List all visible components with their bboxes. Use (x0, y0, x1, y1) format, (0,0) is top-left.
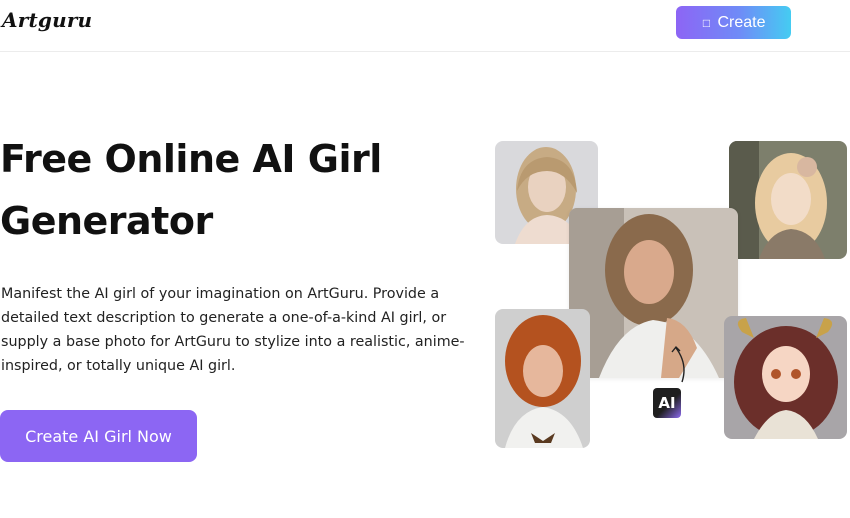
artguru-logo[interactable]: Artguru (2, 8, 92, 32)
create-ai-girl-now-button[interactable]: Create AI Girl Now (0, 410, 197, 462)
create-button[interactable]: □ Create (676, 6, 791, 39)
create-button-label: Create (717, 13, 766, 31)
top-nav: Artguru □ Create (0, 0, 850, 52)
sample-image-anime-girl (724, 316, 847, 439)
ai-badge: AI (653, 388, 681, 418)
sample-image-fantasy-girl (729, 141, 847, 259)
sample-image-redhead-portrait (495, 309, 590, 448)
create-icon: □ (702, 15, 711, 30)
curved-arrow-icon (671, 345, 685, 383)
title-line-2: Generator (0, 199, 213, 243)
hero-description: Manifest the AI girl of your imagination… (1, 286, 465, 374)
sample-image-main-portrait (569, 208, 738, 378)
title-line-1: Free Online AI Girl (0, 137, 382, 181)
page-title: Free Online AI Girl Generator (0, 128, 470, 252)
